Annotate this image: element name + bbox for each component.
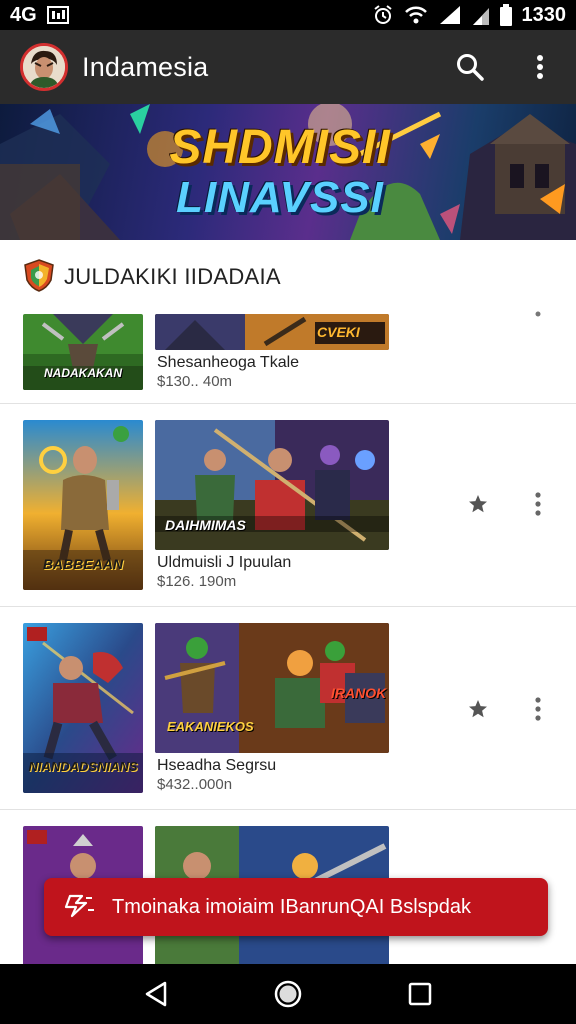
app-screenshot-caption: CVEKI	[317, 324, 360, 340]
app-price: $130.. 40m	[157, 373, 233, 390]
signal-icon	[438, 4, 462, 26]
snackbar-text: Tmoinaka imoiaim IBanrunQAI Bslspdak	[112, 895, 472, 918]
app-icon: BABBEAAN	[23, 420, 143, 590]
app-screenshot: DAIHMIMAS	[155, 420, 389, 550]
app-title: Shesanheoga Tkale	[157, 354, 300, 371]
app-price: $432..000n	[157, 776, 233, 793]
app-price: $126. 190m	[157, 573, 237, 590]
status-bar: 4G 1330	[0, 0, 576, 30]
app-bar: Indamesia	[0, 30, 576, 104]
banner-title: SHDMISII LINAVSSI	[150, 124, 410, 220]
battery-icon	[499, 4, 512, 26]
app-screenshot-caption-2: IRANOK	[331, 685, 387, 701]
section-title: JULDAKIKI IIDADAIA	[64, 264, 281, 289]
clock: 1330	[521, 3, 567, 26]
avatar[interactable]	[20, 43, 68, 91]
app-icon-caption: NADAKAKAN	[44, 366, 122, 380]
star-icon[interactable]	[466, 697, 490, 721]
system-nav-bar	[0, 964, 576, 1024]
featured-banner[interactable]: SHDMISII LINAVSSI	[0, 104, 576, 240]
list-item[interactable]: NIANDADSNIANS EAKANIEKOS IRANOK Hseadha …	[0, 607, 576, 810]
app-icon: NADAKAKAN	[23, 314, 143, 390]
app-title: Hseadha Segrsu	[157, 757, 277, 774]
back-icon[interactable]	[132, 970, 180, 1018]
app-screenshot-caption: DAIHMIMAS	[165, 517, 246, 533]
app-icon-caption: BABBEAAN	[42, 556, 124, 572]
more-vert-icon[interactable]	[526, 300, 550, 328]
more-vert-icon[interactable]	[520, 47, 560, 87]
flash-icon	[62, 890, 96, 925]
more-vert-icon[interactable]	[526, 695, 550, 723]
more-vert-icon[interactable]	[526, 490, 550, 518]
star-icon[interactable]	[466, 492, 490, 516]
alarm-icon	[372, 4, 394, 26]
app-icon: NIANDADSNIANS	[23, 623, 143, 793]
game-shield-icon	[22, 258, 56, 297]
app-screenshot: EAKANIEKOS IRANOK	[155, 623, 389, 753]
list-item[interactable]: NADAKAKAN CVEKI Shesanheoga Tkale $130..…	[0, 310, 576, 404]
wifi-icon	[404, 5, 428, 25]
app-title: Indamesia	[82, 51, 209, 82]
home-icon[interactable]	[264, 970, 312, 1018]
app-icon-caption: NIANDADSNIANS	[28, 759, 138, 774]
section-header: JULDAKIKI IIDADAIA	[0, 240, 576, 314]
list-item[interactable]: BABBEAAN DAIHMIMAS Uldmuisli J Ipuulan $…	[0, 404, 576, 607]
signal-icon-2	[472, 4, 490, 26]
recents-icon[interactable]	[396, 970, 444, 1018]
banner-title-line2: LINAVSSI	[176, 173, 384, 222]
app-title: Uldmuisli J Ipuulan	[157, 554, 292, 571]
image-icon	[46, 6, 69, 24]
app-screenshot: CVEKI	[155, 314, 389, 350]
promo-snackbar[interactable]: Tmoinaka imoiaim IBanrunQAI Bslspdak	[44, 878, 548, 936]
banner-title-line1: SHDMISII	[169, 121, 391, 174]
network-type: 4G	[10, 3, 37, 26]
app-screenshot-caption: EAKANIEKOS	[167, 719, 254, 734]
search-icon[interactable]	[450, 47, 490, 87]
